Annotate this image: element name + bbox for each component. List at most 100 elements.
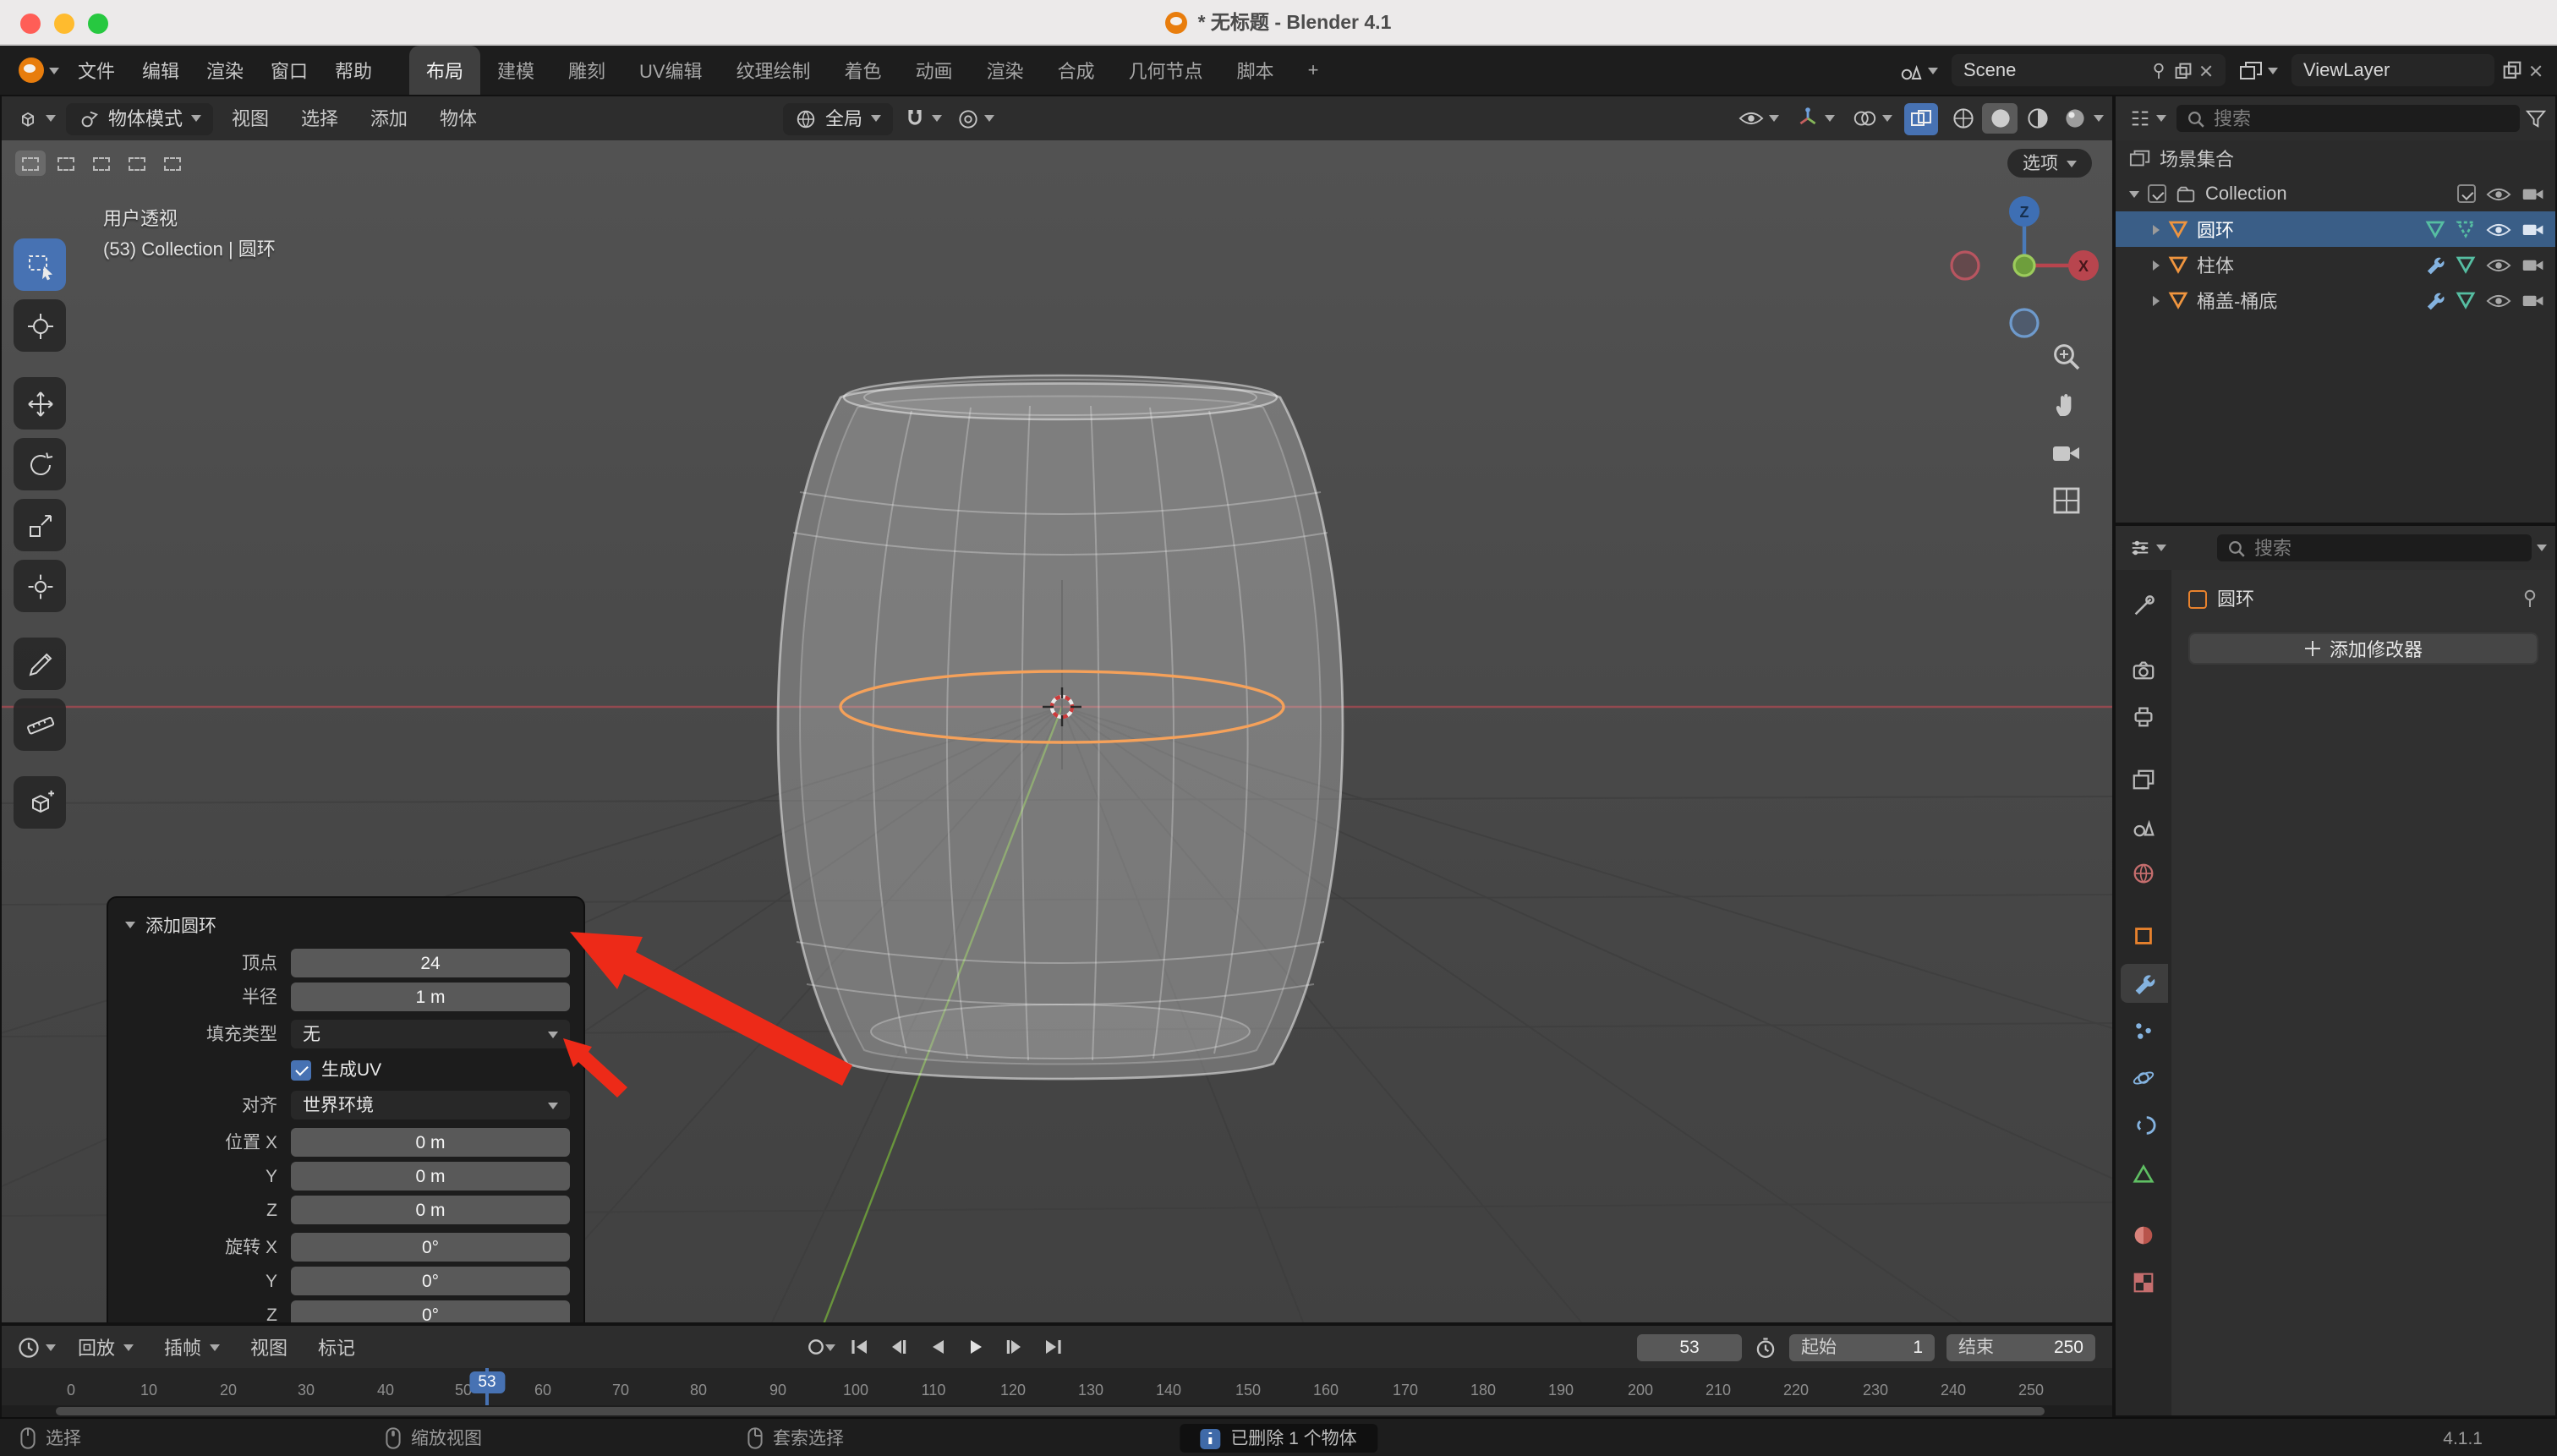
rotation-z-field[interactable]: 0° (291, 1300, 570, 1324)
zoom-button[interactable] (2050, 340, 2083, 374)
workspace-tab-geometry-nodes[interactable]: 几何节点 (1112, 46, 1220, 95)
menu-edit[interactable]: 编辑 (129, 53, 193, 87)
menu-render[interactable]: 渲染 (193, 53, 257, 87)
hide-eye-icon[interactable] (2486, 256, 2511, 273)
editor-type-button[interactable] (10, 102, 61, 134)
select-mode-invert[interactable] (122, 151, 152, 176)
gizmo-z-negative[interactable] (2011, 309, 2038, 337)
rotation-y-field[interactable]: 0° (291, 1267, 570, 1295)
collection-checkbox[interactable] (2148, 184, 2166, 203)
tool-transform[interactable] (14, 560, 66, 612)
gizmo-x-negative[interactable] (1952, 252, 1979, 279)
tool-annotate[interactable] (14, 638, 66, 690)
timeline-ruler[interactable]: 0 10 20 30 40 50 60 70 80 90 100 110 120… (2, 1368, 2112, 1405)
select-mode-set[interactable] (15, 151, 46, 176)
shading-solid-button[interactable] (1982, 103, 2018, 134)
workspace-tab-layout[interactable]: 布局 (409, 46, 480, 95)
orthographic-toggle-button[interactable] (2050, 484, 2083, 517)
menu-help[interactable]: 帮助 (321, 53, 386, 87)
object-row-barrel[interactable]: 桶盖-桶底 (2116, 282, 2555, 318)
shading-wireframe-button[interactable] (1945, 103, 1980, 134)
expand-icon[interactable] (2153, 260, 2160, 270)
workspace-tab-sculpting[interactable]: 雕刻 (551, 46, 622, 95)
mode-dropdown[interactable]: 物体模式 (66, 102, 213, 134)
viewport-menu-select[interactable]: 选择 (287, 101, 352, 135)
jump-to-end-button[interactable] (1037, 1332, 1072, 1362)
disable-render-camera-icon[interactable] (2521, 291, 2545, 309)
tab-constraints[interactable] (2120, 1106, 2167, 1145)
delete-scene-icon[interactable] (2200, 63, 2214, 77)
navigation-gizmo[interactable]: Z X (1940, 188, 2109, 348)
collapse-icon[interactable] (2129, 190, 2139, 197)
play-reverse-button[interactable] (920, 1332, 955, 1362)
workspace-tab-animation[interactable]: 动画 (899, 46, 970, 95)
workspace-tab-compositing[interactable]: 合成 (1041, 46, 1112, 95)
menu-file[interactable]: 文件 (64, 53, 129, 87)
tab-texture[interactable] (2120, 1263, 2167, 1302)
scene-name-field[interactable]: Scene (1952, 54, 2226, 86)
overlays-dropdown[interactable] (1847, 102, 1897, 134)
maximize-window-button[interactable] (88, 14, 108, 34)
align-dropdown[interactable]: 世界环境 (291, 1091, 570, 1119)
camera-view-button[interactable] (2050, 438, 2083, 468)
barrel-mesh[interactable] (778, 375, 1343, 1079)
workspace-tab-modeling[interactable]: 建模 (480, 46, 551, 95)
tool-rotate[interactable] (14, 438, 66, 490)
hide-eye-icon[interactable] (2486, 221, 2511, 238)
tab-tool[interactable] (2120, 587, 2167, 626)
add-workspace-button[interactable]: + (1291, 46, 1336, 95)
frame-start-field[interactable]: 起始 1 (1789, 1333, 1935, 1360)
scrollbar-handle[interactable] (56, 1407, 2045, 1415)
exclude-checkbox[interactable] (2457, 184, 2476, 203)
disable-render-camera-icon[interactable] (2521, 255, 2545, 274)
rotation-x-field[interactable]: 0° (291, 1233, 570, 1262)
new-viewlayer-icon[interactable] (2503, 61, 2521, 79)
remove-viewlayer-icon[interactable] (2530, 63, 2543, 77)
collection-row[interactable]: Collection (2116, 176, 2555, 211)
pin-id-button[interactable] (2521, 588, 2538, 609)
select-mode-intersect[interactable] (157, 151, 188, 176)
tab-output[interactable] (2120, 697, 2167, 736)
tab-render[interactable] (2120, 649, 2167, 688)
visibility-dropdown[interactable] (1733, 102, 1784, 134)
viewport-menu-object[interactable]: 物体 (426, 101, 490, 135)
gizmos-dropdown[interactable] (1791, 102, 1840, 134)
auto-keying-toggle[interactable] (803, 1332, 839, 1362)
gizmo-y-axis[interactable] (2014, 255, 2034, 276)
menu-window[interactable]: 窗口 (257, 53, 321, 87)
jump-to-start-button[interactable] (842, 1332, 878, 1362)
pan-button[interactable] (2050, 389, 2083, 423)
frame-end-field[interactable]: 结束 250 (1946, 1333, 2095, 1360)
shading-rendered-button[interactable] (2056, 103, 2092, 134)
radius-field[interactable]: 1 m (291, 983, 570, 1011)
disable-render-camera-icon[interactable] (2521, 220, 2545, 238)
properties-search-input[interactable]: 搜索 (2217, 534, 2532, 561)
viewport-canvas[interactable]: 选项 用户透视 (53) Collection | 圆环 (2, 140, 2112, 1324)
timeline-menu-keying[interactable]: 插帧 (151, 1330, 233, 1364)
tool-move[interactable] (14, 377, 66, 430)
pin-icon[interactable] (2151, 60, 2166, 80)
select-mode-subtract[interactable] (86, 151, 117, 176)
location-y-field[interactable]: 0 m (291, 1162, 570, 1191)
workspace-tab-scripting[interactable]: 脚本 (1220, 46, 1291, 95)
blender-menu-button[interactable] (14, 54, 64, 86)
outliner-editor-type-button[interactable] (2124, 102, 2171, 134)
scene-type-dropdown[interactable] (1894, 54, 1943, 86)
add-modifier-button[interactable]: 添加修改器 (2188, 632, 2538, 665)
properties-editor-type-button[interactable] (2124, 532, 2171, 564)
object-row-circle[interactable]: 圆环 (2116, 211, 2555, 247)
scene-collection-row[interactable]: 场景集合 (2116, 140, 2555, 176)
tab-material[interactable] (2120, 1216, 2167, 1255)
hide-eye-icon[interactable] (2486, 292, 2511, 309)
disable-render-camera-icon[interactable] (2521, 184, 2545, 203)
expand-icon[interactable] (2153, 295, 2160, 305)
xray-toggle-button[interactable] (1904, 102, 1938, 134)
close-window-button[interactable] (20, 14, 41, 34)
select-mode-extend[interactable] (51, 151, 81, 176)
operator-panel-header[interactable]: 添加圆环 (108, 906, 570, 944)
tab-physics[interactable] (2120, 1059, 2167, 1097)
tool-scale[interactable] (14, 499, 66, 551)
chevron-down-icon[interactable] (2537, 545, 2547, 551)
generate-uv-row[interactable]: 生成UV (291, 1057, 570, 1082)
tab-scene[interactable] (2120, 807, 2167, 846)
